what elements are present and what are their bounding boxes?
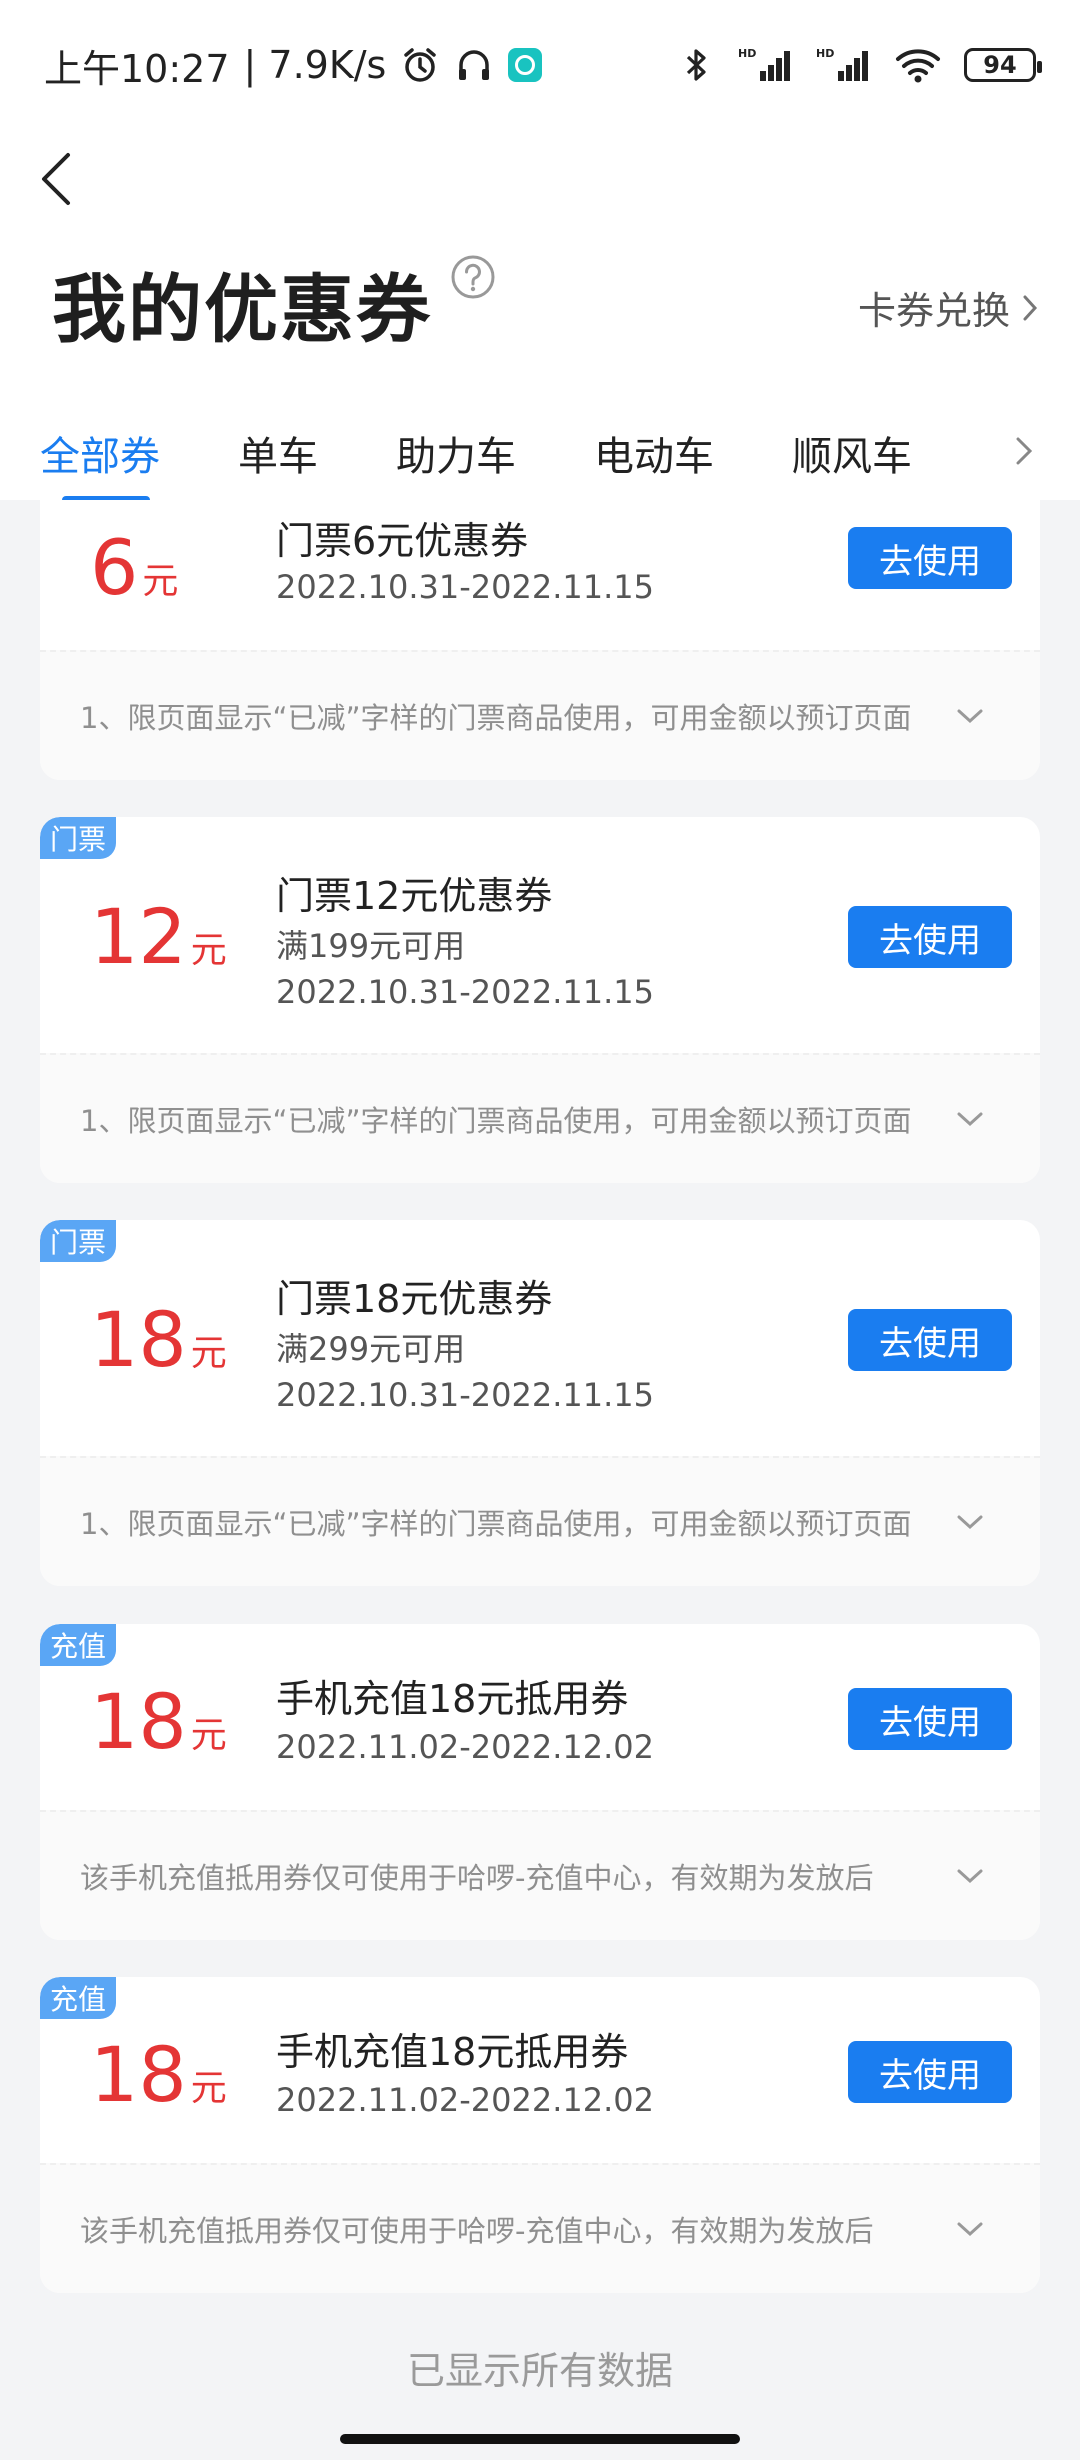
svg-text:HD: HD <box>816 47 834 60</box>
coupon-amount-value: 18 <box>90 1295 187 1384</box>
coupon-amount-value: 12 <box>90 892 187 981</box>
chevron-down-icon <box>957 709 983 724</box>
help-icon[interactable] <box>450 254 496 300</box>
coupon-card: 充值 18 元 手机充值18元抵用券 2022.11.02-2022.12.02… <box>40 1624 1040 1940</box>
coupon-page: 上午10:27 | 7.9K/s HD HD 94 我的优惠券 卡券兑换 全部券… <box>0 0 1080 2460</box>
chevron-right-icon <box>1023 295 1038 320</box>
coupon-card: 6 元 门票6元优惠券 2022.10.31-2022.11.15 去使用 1、… <box>40 500 1040 780</box>
coupon-amount: 18 元 <box>90 2037 227 2113</box>
coupon-date: 2022.11.02-2022.12.02 <box>276 2081 654 2119</box>
coupon-amount: 18 元 <box>90 1302 227 1378</box>
coupon-date: 2022.10.31-2022.11.15 <box>276 973 654 1011</box>
coupon-tag: 充值 <box>40 1977 117 2019</box>
tab-carpool-label: 顺风车 <box>792 434 912 480</box>
coupon-card: 门票 18 元 门票18元优惠券 满299元可用 2022.10.31-2022… <box>40 1220 1040 1586</box>
coupon-amount-unit: 元 <box>190 1715 227 1756</box>
coupon-amount: 18 元 <box>90 1684 227 1760</box>
tab-carpool[interactable]: 顺风车 <box>792 424 912 482</box>
coupon-card: 门票 12 元 门票12元优惠券 满199元可用 2022.10.31-2022… <box>40 817 1040 1183</box>
card-exchange-link[interactable]: 卡券兑换 <box>858 280 1040 335</box>
coupon-name: 手机充值18元抵用券 <box>276 2030 629 2074</box>
coupon-date: 2022.11.02-2022.12.02 <box>276 1728 654 1766</box>
coupon-tag: 充值 <box>40 1624 117 1666</box>
use-coupon-button[interactable]: 去使用 <box>848 527 1012 589</box>
coupon-note-text: 1、限页面显示“已减”字样的门票商品使用，可用金额以预订页面 <box>80 1507 912 1541</box>
card-exchange-label: 卡券兑换 <box>857 289 1010 333</box>
tab-ebike-label: 电动车 <box>594 434 714 480</box>
tab-bike-label: 单车 <box>238 434 318 480</box>
coupon-name: 手机充值18元抵用券 <box>276 1677 629 1721</box>
coupon-note-text: 该手机充值抵用券仅可使用于哈啰-充值中心，有效期为发放后 <box>80 1861 874 1895</box>
coupon-amount-value: 18 <box>90 1677 187 1766</box>
coupon-note-text: 该手机充值抵用券仅可使用于哈啰-充值中心，有效期为发放后 <box>80 2214 874 2248</box>
coupon-note[interactable]: 1、限页面显示“已减”字样的门票商品使用，可用金额以预订页面 <box>40 1053 1040 1183</box>
coupon-amount-unit: 元 <box>190 2068 227 2109</box>
bluetooth-icon <box>686 49 706 81</box>
coupon-tag: 门票 <box>40 817 117 859</box>
coupon-amount-unit: 元 <box>142 561 179 602</box>
battery-level: 94 <box>983 51 1017 79</box>
coupon-amount: 12 元 <box>90 899 227 975</box>
coupon-card: 充值 18 元 手机充值18元抵用券 2022.11.02-2022.12.02… <box>40 1977 1040 2293</box>
chevron-down-icon <box>957 1112 983 1127</box>
coupon-amount-value: 6 <box>90 523 139 612</box>
coupon-amount-unit: 元 <box>190 930 227 971</box>
coupon-amount-unit: 元 <box>190 1333 227 1374</box>
status-right: HD HD 94 <box>676 45 1042 85</box>
app-notification-icon <box>508 48 543 82</box>
status-network-speed: | 7.9K/s <box>243 43 387 87</box>
tabs-more-chevron-icon[interactable] <box>1008 429 1040 473</box>
signal-hd-1-icon: HD <box>738 47 790 81</box>
chevron-down-icon <box>957 1515 983 1530</box>
coupon-name: 门票6元优惠券 <box>276 519 529 563</box>
svg-text:HD: HD <box>738 47 756 60</box>
use-coupon-button[interactable]: 去使用 <box>848 906 1012 968</box>
coupon-amount-value: 18 <box>90 2030 187 2119</box>
use-coupon-button[interactable]: 去使用 <box>848 1309 1012 1371</box>
coupon-date: 2022.10.31-2022.11.15 <box>276 568 654 606</box>
use-coupon-button[interactable]: 去使用 <box>848 2041 1012 2103</box>
coupon-condition: 满299元可用 <box>276 1330 466 1368</box>
coupon-list[interactable]: 6 元 门票6元优惠券 2022.10.31-2022.11.15 去使用 1、… <box>0 500 1080 2460</box>
page-header: 我的优惠券 卡券兑换 全部券 单车 助力车 电动车 顺风车 <box>0 130 1080 504</box>
coupon-note[interactable]: 1、限页面显示“已减”字样的门票商品使用，可用金额以预订页面 <box>40 650 1040 780</box>
coupon-name: 门票12元优惠券 <box>276 874 553 918</box>
signal-hd-2-icon: HD <box>816 47 868 81</box>
back-button[interactable] <box>36 134 96 224</box>
coupon-note[interactable]: 1、限页面显示“已减”字样的门票商品使用，可用金额以预订页面 <box>40 1456 1040 1586</box>
tab-moped[interactable]: 助力车 <box>396 424 516 482</box>
tab-bike[interactable]: 单车 <box>238 424 318 482</box>
wifi-icon <box>896 49 940 83</box>
battery-icon: 94 <box>964 48 1042 82</box>
list-end-text: 已显示所有数据 <box>406 2349 673 2393</box>
headset-icon <box>459 50 490 80</box>
tab-all[interactable]: 全部券 <box>40 424 160 504</box>
page-title: 我的优惠券 <box>52 267 432 353</box>
alarm-icon <box>404 48 437 82</box>
coupon-date: 2022.10.31-2022.11.15 <box>276 1376 654 1414</box>
tab-all-label: 全部券 <box>40 434 160 480</box>
category-tabs: 全部券 单车 助力车 电动车 顺风车 <box>0 413 1080 504</box>
status-bar: 上午10:27 | 7.9K/s HD HD 94 <box>0 0 1080 130</box>
coupon-tag: 门票 <box>40 1220 117 1262</box>
coupon-note[interactable]: 该手机充值抵用券仅可使用于哈啰-充值中心，有效期为发放后 <box>40 2163 1040 2293</box>
coupon-note-text: 1、限页面显示“已减”字样的门票商品使用，可用金额以预订页面 <box>80 1104 912 1138</box>
chevron-down-icon <box>957 2222 983 2237</box>
home-indicator[interactable] <box>340 2434 740 2444</box>
use-coupon-button[interactable]: 去使用 <box>848 1688 1012 1750</box>
tab-ebike[interactable]: 电动车 <box>594 424 714 482</box>
coupon-note[interactable]: 该手机充值抵用券仅可使用于哈啰-充值中心，有效期为发放后 <box>40 1810 1040 1940</box>
tab-moped-label: 助力车 <box>396 434 516 480</box>
coupon-condition: 满199元可用 <box>276 927 466 965</box>
coupon-name: 门票18元优惠券 <box>276 1277 553 1321</box>
coupon-amount: 6 元 <box>90 530 178 606</box>
status-left: 上午10:27 | 7.9K/s <box>44 38 543 93</box>
status-time: 上午10:27 <box>44 46 230 91</box>
back-arrow-icon <box>42 153 70 205</box>
coupon-note-text: 1、限页面显示“已减”字样的门票商品使用，可用金额以预订页面 <box>80 701 912 735</box>
chevron-down-icon <box>957 1869 983 1884</box>
